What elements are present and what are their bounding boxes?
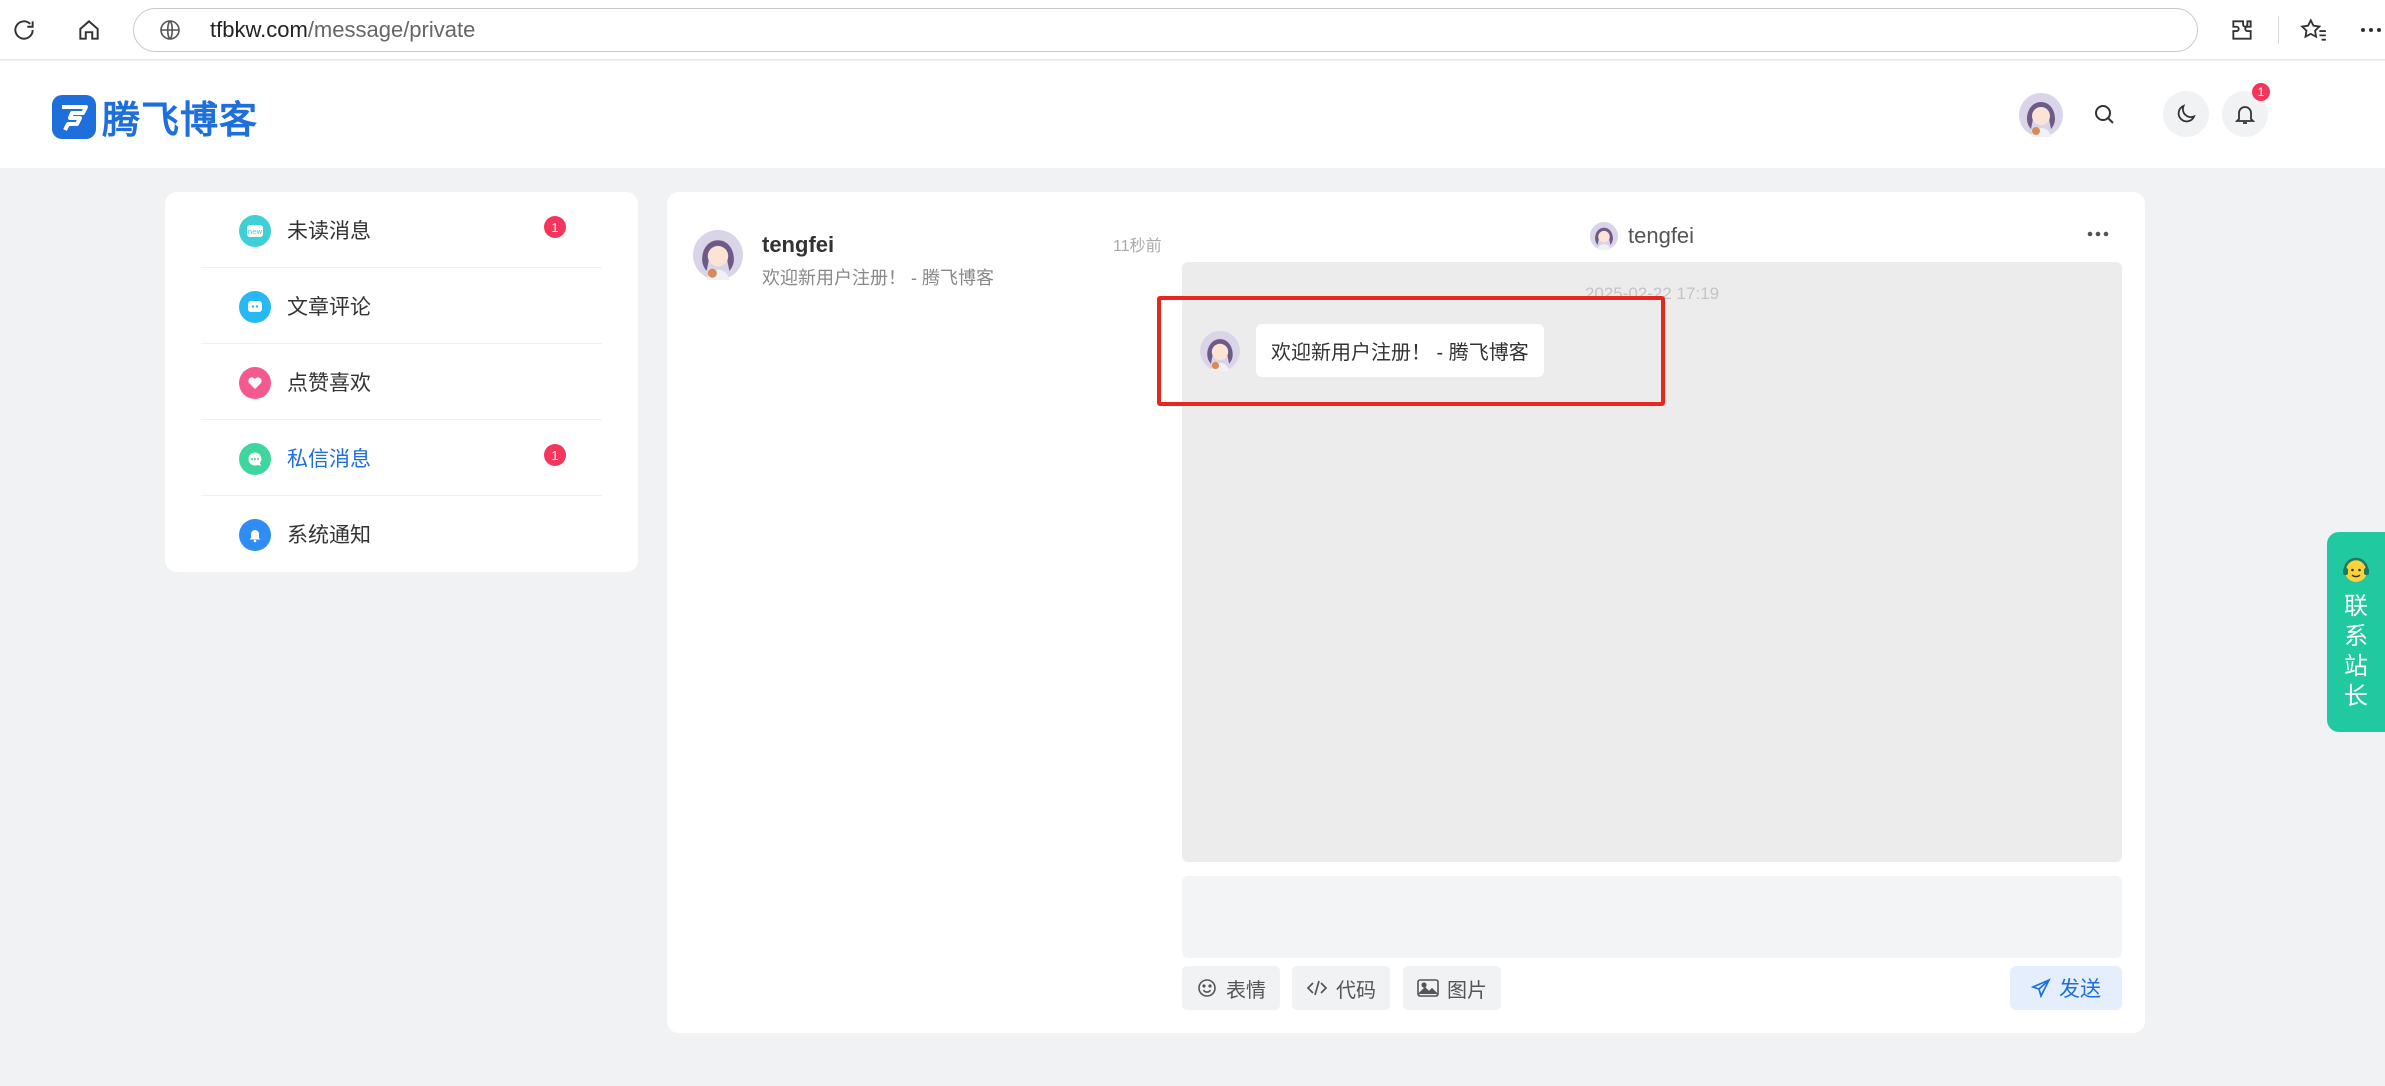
conversation-time: 11秒前 (1113, 238, 1162, 255)
sidebar-item-likes[interactable]: 点赞喜欢 (201, 344, 602, 420)
emoji-button[interactable]: 表情 (1182, 966, 1280, 1010)
heart-icon (239, 367, 271, 399)
sidebar-item-label: 系统通知 (287, 524, 371, 547)
chat-header-name: tengfei (1628, 223, 1695, 248)
extensions-icon[interactable] (2226, 14, 2258, 46)
browser-toolbar: tfbkw.com/message/private (0, 0, 2385, 60)
unread-message-icon: new (239, 215, 271, 247)
search-icon (2095, 105, 2114, 124)
image-button[interactable]: 图片 (1403, 966, 1501, 1010)
bell-icon (2234, 106, 2256, 124)
conversation-list-item[interactable]: tengfei 欢迎新用户注册！ - 腾飞博客 11秒前 (693, 230, 1162, 290)
dark-mode-toggle[interactable] (2163, 91, 2209, 137)
message-category-sidebar: new 未读消息 1 文章评论 点赞喜欢 私信消息 1 系统通知 (165, 192, 638, 572)
private-message-panel: tengfei 欢迎新用户注册！ - 腾飞博客 11秒前 tengfei 202… (667, 192, 2145, 1033)
reload-icon[interactable] (8, 14, 40, 46)
notification-badge: 1 (2252, 83, 2270, 101)
image-icon (1417, 977, 1439, 999)
sidebar-item-label: 未读消息 (287, 219, 371, 243)
favorites-icon[interactable] (2298, 14, 2330, 46)
sidebar-item-label: 点赞喜欢 (287, 371, 371, 395)
chat-message-area[interactable]: 2025-02-22 17:19 欢迎新用户注册！ - 腾飞博客 (1182, 262, 2122, 862)
chat-header: tengfei (1182, 216, 2122, 260)
sidebar-item-label: 私信消息 (287, 447, 371, 471)
site-header: 腾飞博客 1 (0, 61, 2385, 168)
home-icon[interactable] (73, 14, 105, 46)
address-bar[interactable]: tfbkw.com/message/private (133, 8, 2198, 52)
support-agent-icon (2340, 554, 2372, 586)
smile-icon (1196, 977, 1218, 999)
conversation-preview: 欢迎新用户注册！ - 腾飞博客 (762, 268, 994, 288)
globe-icon (156, 16, 184, 44)
chat-header-user: tengfei (1590, 222, 1694, 250)
moon-icon (2177, 104, 2196, 123)
sidebar-item-unread[interactable]: new 未读消息 1 (201, 192, 602, 268)
sidebar-item-comments[interactable]: 文章评论 (201, 268, 602, 344)
send-button[interactable]: 发送 (2010, 966, 2122, 1010)
user-avatar[interactable] (2019, 93, 2063, 137)
url-domain: tfbkw.com (210, 17, 308, 42)
contact-admin-widget[interactable]: 联系站长 (2327, 532, 2385, 732)
sidebar-item-label: 文章评论 (287, 295, 371, 319)
more-menu-icon[interactable] (2360, 14, 2385, 46)
chat-timestamp: 2025-02-22 17:19 (1584, 284, 1720, 303)
logo-mark-icon (52, 94, 96, 139)
code-icon (1306, 977, 1328, 999)
url-text: tfbkw.com/message/private (210, 17, 475, 43)
sidebar-item-private-messages[interactable]: 私信消息 1 (201, 420, 602, 496)
notifications-button[interactable]: 1 (2222, 83, 2270, 137)
site-logo[interactable]: 腾飞博客 (52, 89, 258, 144)
code-button-label: 代码 (1336, 979, 1376, 1002)
chat-header-avatar (1590, 222, 1618, 250)
send-button-label: 发送 (2059, 978, 2101, 1001)
svg-text:new: new (248, 228, 263, 236)
chat-message: 欢迎新用户注册！ - 腾飞博客 (1200, 324, 1544, 377)
contact-admin-label: 联系站长 (2344, 593, 2368, 710)
url-path: /message/private (307, 17, 476, 42)
paper-plane-icon (2031, 978, 2051, 998)
more-options-icon[interactable] (2080, 222, 2116, 246)
bell-icon (239, 519, 271, 551)
code-button[interactable]: 代码 (1292, 966, 1390, 1010)
message-bubble: 欢迎新用户注册！ - 腾飞博客 (1256, 324, 1544, 377)
message-avatar (1200, 330, 1240, 371)
emoji-button-label: 表情 (1226, 979, 1266, 1002)
sidebar-item-system-notices[interactable]: 系统通知 (201, 496, 602, 572)
private-message-icon (239, 443, 271, 475)
search-button[interactable] (2081, 91, 2127, 137)
conversation-avatar (693, 230, 743, 280)
logo-text: 腾飞博客 (102, 100, 259, 142)
toolbar-divider (2278, 16, 2279, 44)
unread-badge: 1 (544, 216, 566, 238)
comment-icon (239, 291, 271, 323)
conversation-name: tengfei (762, 232, 835, 257)
private-message-badge: 1 (544, 444, 566, 466)
reply-textarea[interactable] (1182, 876, 2122, 958)
image-button-label: 图片 (1447, 979, 1487, 1002)
